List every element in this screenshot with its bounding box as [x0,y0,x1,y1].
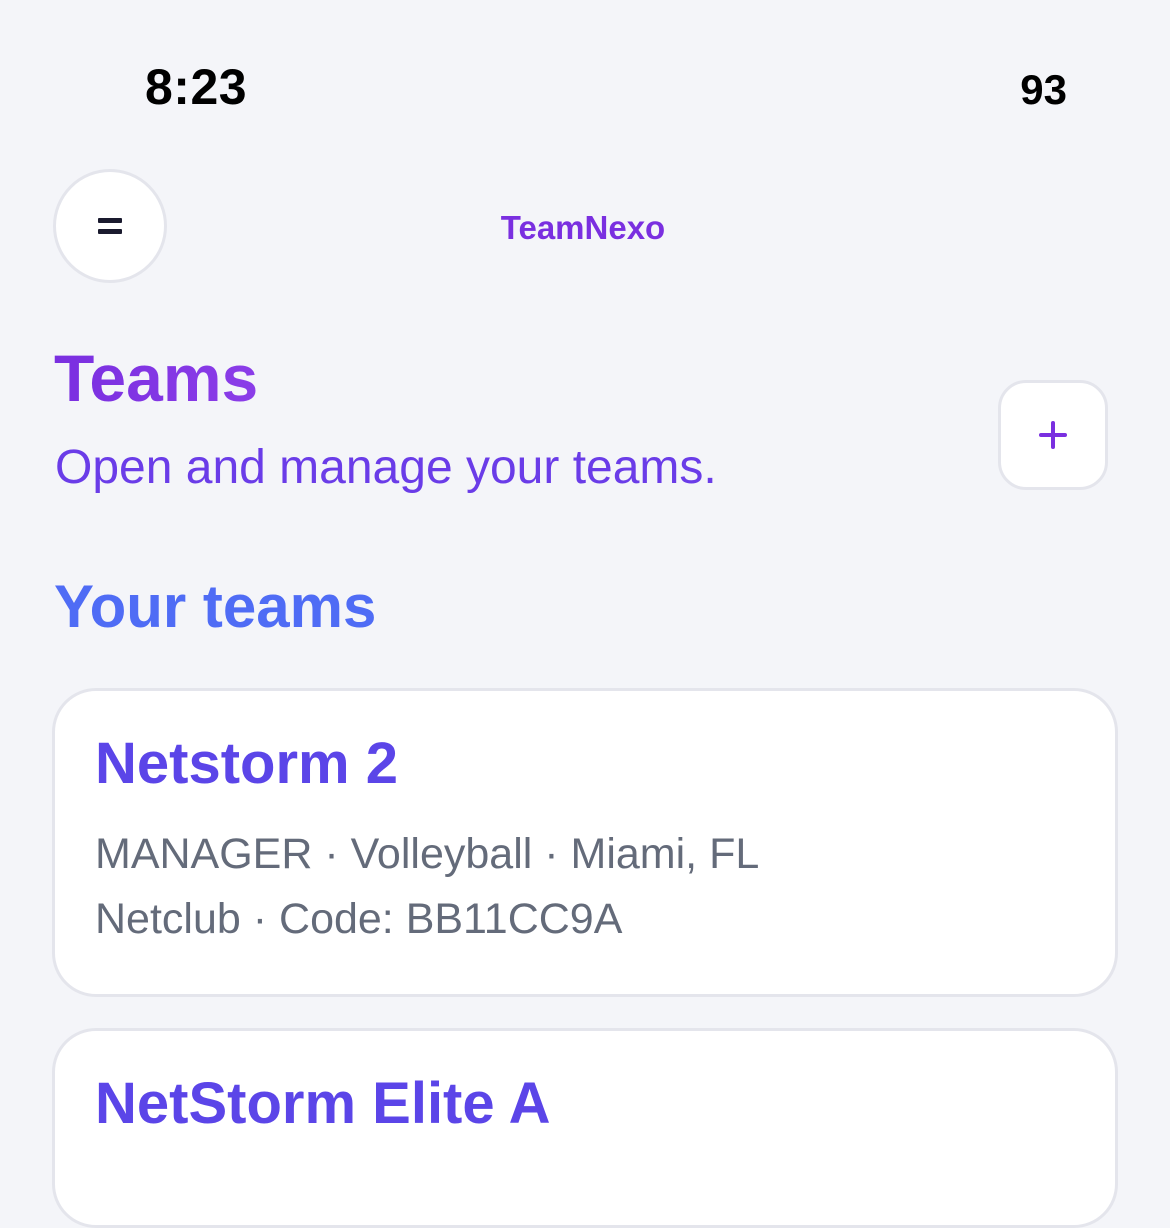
team-role-sport-location: MANAGER · Volleyball · Miami, FL [95,830,760,878]
section-title: Your teams [54,573,377,640]
plus-icon [1039,421,1067,449]
team-card[interactable]: NetStorm Elite A [52,1028,1118,1228]
add-team-button[interactable] [998,380,1108,490]
page-title: Teams [54,341,259,415]
status-time: 8:23 [145,59,248,115]
page-subtitle: Open and manage your teams. [55,441,717,494]
app-brand: TeamNexo [500,209,666,246]
team-card[interactable]: Netstorm 2 MANAGER · Volleyball · Miami,… [52,688,1118,997]
battery-level: 93 [1020,66,1067,113]
team-name: NetStorm Elite A [95,1071,551,1136]
team-name: Netstorm 2 [95,731,398,796]
team-club-code: Netclub · Code: BB11CC9A [95,895,623,943]
